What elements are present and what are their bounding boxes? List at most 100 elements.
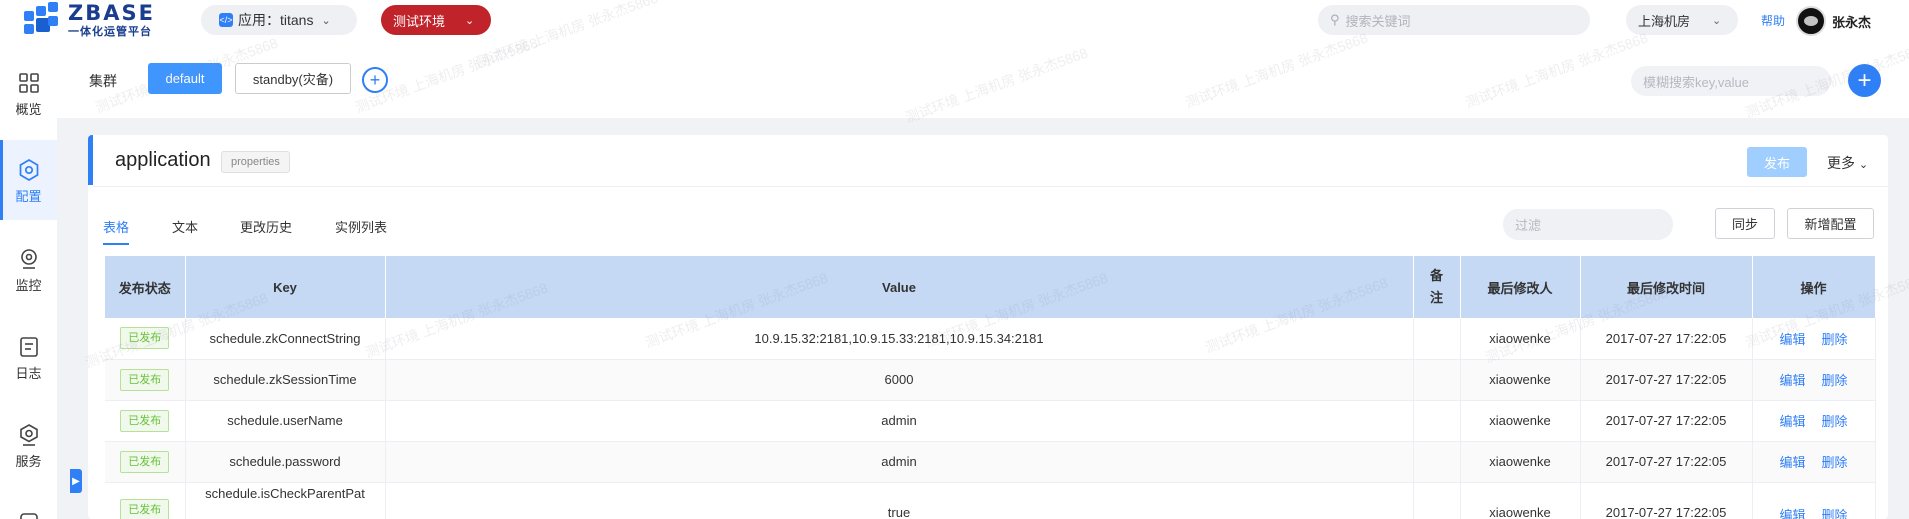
region-label: 上海机房 <box>1638 13 1691 29</box>
sidebar-item-service[interactable]: 服务 <box>0 405 57 485</box>
config-key: schedule.isCheckParentPat <box>185 482 386 519</box>
more-label: 更多 <box>1827 155 1855 171</box>
tab-history[interactable]: 更改历史 <box>240 217 292 236</box>
table-row: 已发布 schedule.zkConnectString 10.9.15.32:… <box>105 318 1876 360</box>
user-avatar[interactable] <box>1796 6 1826 36</box>
column-header-status: 发布状态 <box>105 256 186 318</box>
format-badge: properties <box>221 151 290 173</box>
logo-title: ZBASE <box>68 0 155 25</box>
kv-search-placeholder: 模糊搜索key,value <box>1643 74 1749 90</box>
config-modified-time: 2017-07-27 17:22:05 <box>1580 441 1753 483</box>
status-badge: 已发布 <box>120 368 170 391</box>
logo[interactable]: ZBASE 一体化运管平台 <box>22 2 155 38</box>
app-code-icon: </> <box>219 13 233 27</box>
logo-subtitle: 一体化运管平台 <box>68 25 152 38</box>
sidebar-item-monitor[interactable]: 监控 <box>0 229 57 309</box>
edit-link[interactable]: 编辑 <box>1779 508 1805 519</box>
column-header-modifier: 最后修改人 <box>1460 256 1581 318</box>
tab-table[interactable]: 表格 <box>103 217 130 245</box>
column-header-actions: 操作 <box>1752 256 1876 318</box>
kv-search-input[interactable]: 模糊搜索key,value <box>1631 66 1831 96</box>
sidebar-item-label: 监控 <box>15 278 42 293</box>
config-value: true <box>385 482 1414 519</box>
config-key: schedule.zkConnectString <box>185 318 386 360</box>
chevron-down-icon: ⌄ <box>1858 159 1869 171</box>
delete-link[interactable]: 删除 <box>1822 373 1848 388</box>
config-key: schedule.userName <box>185 400 386 442</box>
global-search-input[interactable]: ⚲ 搜索关键词 <box>1318 5 1590 35</box>
edit-link[interactable]: 编辑 <box>1779 332 1805 347</box>
config-note <box>1413 441 1461 483</box>
delete-link[interactable]: 删除 <box>1822 414 1848 429</box>
cluster-tab-default[interactable]: default <box>148 63 222 94</box>
cluster-tab-standby[interactable]: standby(灾备) <box>235 63 351 94</box>
edit-link[interactable]: 编辑 <box>1779 373 1805 388</box>
config-modified-time: 2017-07-27 17:22:05 <box>1580 359 1753 401</box>
status-badge: 已发布 <box>120 327 170 350</box>
column-header-note: 备注 <box>1413 256 1461 318</box>
sidebar-item-overview[interactable]: 概览 <box>0 53 57 133</box>
config-value: 6000 <box>385 359 1414 401</box>
filter-input[interactable]: 过滤 <box>1503 209 1673 240</box>
config-note <box>1413 359 1461 401</box>
status-badge: 已发布 <box>120 450 170 473</box>
table-header-row: 发布状态 Key Value 备注 最后修改人 最后修改时间 操作 <box>105 256 1876 318</box>
filter-placeholder: 过滤 <box>1515 218 1542 233</box>
plus-icon: + <box>369 69 381 90</box>
table-row: 已发布 schedule.isCheckParentPat true xiaow… <box>105 482 1876 519</box>
column-header-key: Key <box>185 256 386 318</box>
delete-link[interactable]: 删除 <box>1822 455 1848 470</box>
overview-grid-icon <box>18 73 39 93</box>
divider <box>93 186 1888 187</box>
edit-link[interactable]: 编辑 <box>1779 455 1805 470</box>
add-cluster-button[interactable]: + <box>362 67 388 93</box>
help-link[interactable]: 帮助 <box>1761 12 1785 29</box>
tab-text[interactable]: 文本 <box>172 217 198 236</box>
table-row: 已发布 schedule.zkSessionTime 6000 xiaowenk… <box>105 359 1876 401</box>
more-dropdown[interactable]: 更多 ⌄ <box>1827 153 1868 173</box>
search-icon: ⚲ <box>1330 12 1340 27</box>
environment-label: 测试环境 <box>393 13 446 29</box>
plus-icon: + <box>1857 66 1872 94</box>
sidebar-item-log[interactable]: 日志 <box>0 317 57 397</box>
config-modified-time: 2017-07-27 17:22:05 <box>1580 318 1753 360</box>
add-namespace-button[interactable]: + <box>1848 64 1881 97</box>
config-value: 10.9.15.32:2181,10.9.15.33:2181,10.9.15.… <box>385 318 1414 360</box>
delete-link[interactable]: 删除 <box>1822 332 1848 347</box>
sync-button[interactable]: 同步 <box>1715 208 1775 239</box>
environment-selector[interactable]: 测试环境 ⌄ <box>381 5 491 35</box>
sidebar-collapse-toggle[interactable]: ▶ <box>70 469 82 493</box>
column-header-value: Value <box>385 256 1414 318</box>
config-value: admin <box>385 400 1414 442</box>
edit-link[interactable]: 编辑 <box>1779 414 1805 429</box>
log-icon <box>19 337 38 357</box>
region-selector[interactable]: 上海机房 ⌄ <box>1626 5 1738 35</box>
config-modified-time: 2017-07-27 17:22:05 <box>1580 482 1753 519</box>
sidebar-item-label: 配置 <box>15 189 42 204</box>
namespace-card: application properties 发布 更多 ⌄ 表格 文本 更改历… <box>88 135 1888 519</box>
delete-link[interactable]: 删除 <box>1822 508 1848 519</box>
username[interactable]: 张永杰 <box>1832 12 1871 31</box>
cluster-bar: 集群 default standby(灾备) + 模糊搜索key,value + <box>57 40 1909 118</box>
chevron-down-icon: ⌄ <box>465 14 475 27</box>
column-header-time: 最后修改时间 <box>1580 256 1753 318</box>
status-badge: 已发布 <box>120 498 170 519</box>
top-bar: ZBASE 一体化运管平台 </> 应用：titans ⌄ 测试环境 ⌄ ⚲ 搜… <box>0 0 1909 40</box>
config-note <box>1413 400 1461 442</box>
config-table: 发布状态 Key Value 备注 最后修改人 最后修改时间 操作 已发布 sc… <box>105 256 1876 519</box>
app-selector[interactable]: </> 应用：titans ⌄ <box>201 5 357 35</box>
config-note <box>1413 318 1461 360</box>
logo-mark-icon <box>22 2 60 38</box>
sidebar-item-config[interactable]: 配置 <box>0 140 57 220</box>
sidebar-item-more[interactable] <box>0 493 57 519</box>
tab-instances[interactable]: 实例列表 <box>335 217 387 236</box>
config-key: schedule.zkSessionTime <box>185 359 386 401</box>
config-value: admin <box>385 441 1414 483</box>
add-config-button[interactable]: 新增配置 <box>1787 208 1874 239</box>
namespace-title: application <box>115 149 211 171</box>
publish-button[interactable]: 发布 <box>1747 147 1807 177</box>
table-row: 已发布 schedule.password admin xiaowenke 20… <box>105 441 1876 483</box>
global-search-placeholder: 搜索关键词 <box>1345 13 1411 29</box>
config-modifier: xiaowenke <box>1460 441 1581 483</box>
list-icon <box>19 513 38 519</box>
